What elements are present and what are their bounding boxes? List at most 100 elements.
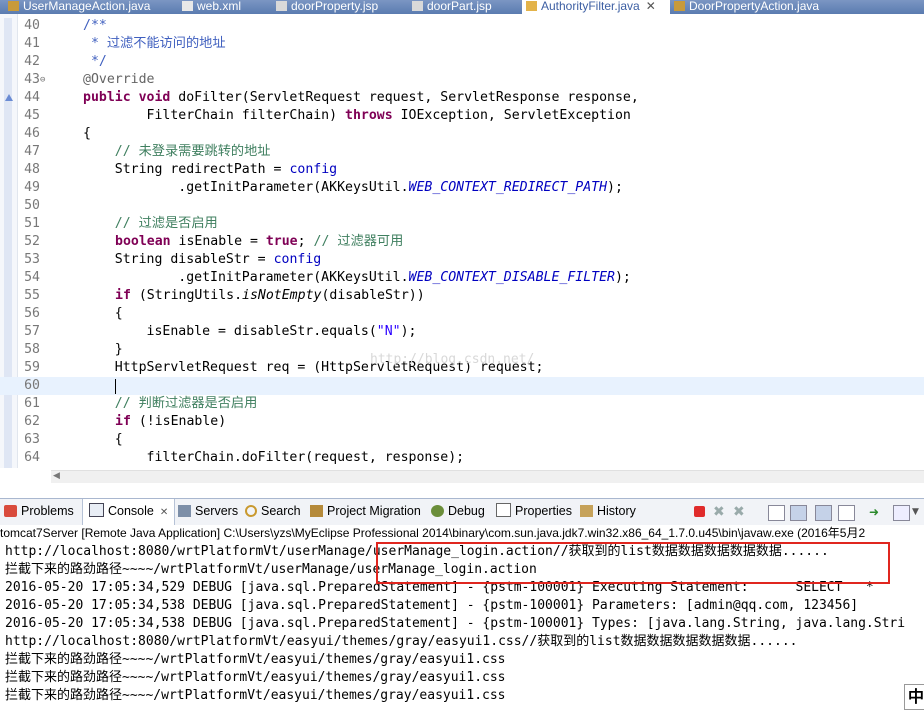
console-line: http://localhost:8080/wrtPlatformVt/easy… [5,634,798,649]
code-keyword: throws [345,108,393,123]
code-line: 64 filterChain.doFilter(request, respons… [0,449,924,467]
line-number: 59 [24,360,40,375]
code-text: * 过滤不能访问的地址 [83,36,226,51]
tab-doorproperty-jsp[interactable]: doorProperty.jsp [276,0,396,14]
line-number: 63 [24,432,40,447]
properties-icon [496,503,511,517]
line-number: 64 [24,450,40,465]
editor-horizontal-scrollbar[interactable]: ◀ [51,470,924,483]
tab-servers[interactable]: Servers [178,499,238,525]
xml-file-icon [182,1,193,11]
fold-icon[interactable]: ⊖ [40,71,45,89]
close-icon[interactable]: ✕ [646,0,656,13]
tab-label: Search [261,504,301,518]
code-field: config [289,162,338,177]
code-line: 42 */ [0,53,924,71]
code-keyword: true [265,234,298,249]
current-code-line[interactable]: 60 [0,377,924,395]
code-line: 62 if (!isEnable) [0,413,924,431]
watermark: http://blog.csdn.net/ [370,352,535,367]
code-line: 53 String disableStr = config [0,251,924,269]
search-icon [245,505,257,517]
code-line: 50 [0,197,924,215]
code-string: "N" [376,324,401,339]
code-line: 63 { [0,431,924,449]
line-number: 54 [24,270,40,285]
code-keyword: public void [83,90,171,105]
tab-web-xml[interactable]: web.xml [182,0,262,14]
tab-label: Console [108,504,154,518]
pin-console-icon[interactable] [838,505,855,521]
tab-label: Problems [21,504,74,518]
code-text: /** [83,18,107,33]
line-number: 42 [24,54,40,69]
tab-search[interactable]: Search [245,499,301,525]
java-file-icon [526,1,537,11]
tab-authorityfilter-java[interactable]: AuthorityFilter.java ✕ [522,0,670,14]
close-icon[interactable]: ✕ [160,507,168,518]
code-text: FilterChain filterChain) [83,108,346,123]
code-line: 52 boolean isEnable = true; // 过滤器可用 [0,233,924,251]
tab-doorpropertyaction-java[interactable]: DoorPropertyAction.java [674,0,914,14]
tab-label: Servers [195,504,239,518]
code-line: 44 public void doFilter(ServletRequest re… [0,89,924,107]
code-line: 55 if (StringUtils.isNotEmpty(disableStr)… [0,287,924,305]
line-number: 52 [24,234,40,249]
console-line: 2016-05-20 17:05:34,538 DEBUG [java.sql.… [5,616,906,631]
tab-label: AuthorityFilter.java [541,0,640,13]
code-comment: // 判断过滤器是否启用 [83,396,258,411]
tab-project-migration[interactable]: Project Migration [310,499,421,525]
jsp-file-icon [412,1,423,11]
ime-indicator[interactable]: 中 [904,684,924,710]
code-text: ); [400,324,417,339]
line-number: 57 [24,324,40,339]
remove-all-icon[interactable]: ✖ [733,505,748,519]
tab-usermanageaction-java[interactable]: UserManageAction.java [8,0,168,14]
clear-console-icon[interactable] [768,505,785,521]
tab-properties[interactable]: Properties [496,499,572,525]
word-wrap-icon[interactable] [815,505,832,521]
views-toolbar: Problems Console ✕ Servers Search Project… [0,498,924,526]
tab-label: Project Migration [327,504,421,518]
code-static-field: WEB_CONTEXT_REDIRECT_PATH [408,180,608,195]
line-number: 48 [24,162,40,177]
chevron-down-icon[interactable]: ▼ [912,505,924,519]
remove-launch-icon[interactable]: ✖ [713,505,728,519]
tab-label: web.xml [197,0,242,13]
problems-icon [4,505,17,517]
tab-console[interactable]: Console ✕ [82,499,176,525]
terminate-icon[interactable] [694,506,705,517]
tab-history[interactable]: History [580,499,636,525]
code-line: 45 FilterChain filterChain) throws IOExc… [0,107,924,125]
tab-label: doorProperty.jsp [291,0,379,13]
code-text: ); [614,270,631,285]
code-text: ; [297,234,314,249]
code-field: config [273,252,322,267]
tab-debug[interactable]: Debug [431,499,485,525]
line-number: 61 [24,396,40,411]
code-comment: // 过滤器可用 [313,234,404,249]
code-line: 56 { [0,305,924,323]
editor-tab-bar: UserManageAction.java web.xml doorProper… [0,0,924,15]
override-marker-icon [5,94,13,101]
code-editor[interactable]: 40/** 41 * 过滤不能访问的地址 42 */ 43 ⊖ @Override … [0,14,924,484]
history-icon [580,505,593,517]
console-title: tomcat7Server [Remote Java Application] … [0,525,924,542]
jsp-file-icon [276,1,287,11]
code-keyword: if [115,414,131,429]
line-number: 47 [24,144,40,159]
code-text: .getInitParameter(AKKeysUtil. [83,180,409,195]
line-number: 50 [24,198,40,213]
open-console-icon[interactable] [893,505,910,521]
console-line: 拦截下来的路劲路径~~~~/wrtPlatformVt/easyui/theme… [5,670,506,685]
code-text: String redirectPath = [83,162,290,177]
tab-doorpart-jsp[interactable]: doorPart.jsp [412,0,512,14]
display-console-icon[interactable]: ➜ [869,505,884,519]
code-line: 43 ⊖ @Override [0,71,924,89]
tab-problems[interactable]: Problems [4,499,74,525]
code-text: String disableStr = [83,252,274,267]
scroll-lock-icon[interactable] [790,505,807,521]
scroll-left-arrow-icon[interactable]: ◀ [53,471,60,481]
code-text: @Override [83,72,155,87]
code-line: 51 // 过滤是否启用 [0,215,924,233]
